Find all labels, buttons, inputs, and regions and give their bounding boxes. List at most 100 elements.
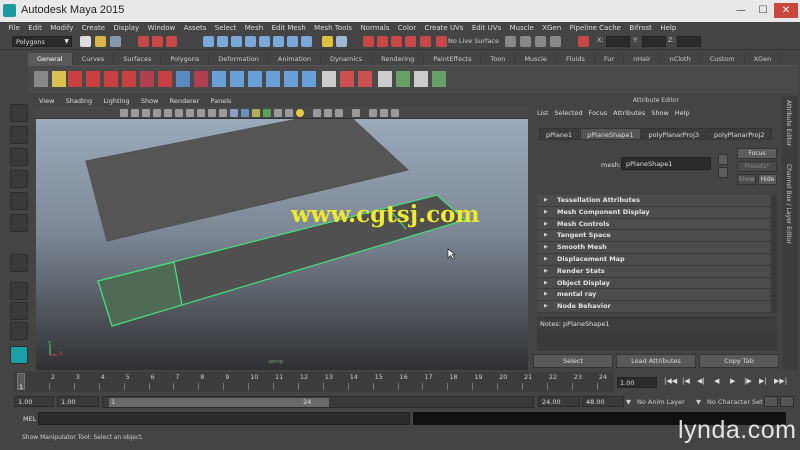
- anti-aliasing-icon[interactable]: [335, 109, 343, 117]
- menu-set-dropdown[interactable]: Polygons ▼: [12, 36, 72, 47]
- command-language-label[interactable]: MEL: [23, 415, 36, 423]
- sphere-polygon-icon[interactable]: [212, 71, 226, 87]
- ae-tab-pplaneshape1[interactable]: pPlaneShape1: [580, 128, 641, 140]
- make-live-icon[interactable]: [420, 36, 431, 47]
- viewport-menu-renderer[interactable]: Renderer: [170, 97, 200, 105]
- spot-light-icon[interactable]: [432, 71, 446, 87]
- shelf-tab-curves[interactable]: Curves: [73, 53, 115, 65]
- range-slider-bar[interactable]: 1 24: [102, 396, 534, 408]
- shelf-tab-dynamics[interactable]: Dynamics: [321, 53, 373, 65]
- presets-button[interactable]: Presets*: [737, 161, 777, 172]
- viewport-menu-view[interactable]: View: [39, 97, 54, 105]
- resolution-gate-icon[interactable]: [186, 109, 194, 117]
- select-object-icon[interactable]: [152, 36, 163, 47]
- render-current-frame-icon[interactable]: [505, 36, 516, 47]
- camera-attributes-icon[interactable]: [131, 109, 139, 117]
- isolate-select-icon[interactable]: [352, 109, 360, 117]
- pencil-tool-icon[interactable]: [140, 71, 154, 87]
- lattice-icon[interactable]: [340, 71, 354, 87]
- play-forwards-icon[interactable]: ▶: [730, 377, 735, 385]
- select-misc-icon[interactable]: [301, 36, 312, 47]
- menu-edit-mesh[interactable]: Edit Mesh: [267, 22, 310, 34]
- section-render-stats[interactable]: ▶ Render Stats: [537, 265, 770, 278]
- light-icon[interactable]: [396, 71, 410, 87]
- section-node-behavior[interactable]: ▶ Node Behavior: [537, 301, 770, 313]
- rotate-tool-icon[interactable]: [10, 192, 28, 210]
- xray-joints-icon[interactable]: [380, 109, 388, 117]
- viewport-menu-lighting[interactable]: Lighting: [103, 97, 129, 105]
- single-view-layout-icon[interactable]: [10, 282, 28, 300]
- xray-icon[interactable]: [369, 109, 377, 117]
- ae-tab-pplane1[interactable]: pPlane1: [539, 128, 580, 140]
- smooth-shade-icon[interactable]: [241, 109, 249, 117]
- end-time-field[interactable]: 48.00: [582, 396, 624, 407]
- go-to-output-icon[interactable]: [718, 167, 728, 178]
- plane-polygon-icon[interactable]: [266, 71, 280, 87]
- select-joint-icon[interactable]: [217, 36, 228, 47]
- image-plane-icon[interactable]: [153, 109, 161, 117]
- current-time-field[interactable]: 1.00: [617, 377, 657, 388]
- step-forward-icon[interactable]: ▶|: [759, 377, 767, 385]
- playback-start-field[interactable]: 1.00: [57, 396, 99, 407]
- section-displacement-map[interactable]: ▶ Displacement Map: [537, 253, 770, 266]
- safe-action-icon[interactable]: [219, 109, 227, 117]
- show-button[interactable]: Show: [737, 174, 756, 185]
- snap-view-plane-icon[interactable]: [405, 36, 416, 47]
- viewport-menu-panels[interactable]: Panels: [211, 97, 232, 105]
- animation-preferences-icon[interactable]: [780, 396, 794, 407]
- playback-end-field[interactable]: 24.00: [538, 396, 580, 407]
- maximize-button[interactable]: ☐: [752, 3, 774, 18]
- menu-bifrost[interactable]: Bifrost: [625, 22, 656, 34]
- section-mental-ray[interactable]: ▶ mental ray: [537, 289, 770, 302]
- four-view-layout-icon[interactable]: [10, 302, 28, 320]
- shelf-tab-painteffects[interactable]: PaintEffects: [424, 53, 482, 65]
- open-scene-icon[interactable]: [95, 36, 106, 47]
- scale-tool-icon[interactable]: [10, 214, 28, 232]
- notes-textarea[interactable]: [537, 329, 777, 351]
- ae-menu-help[interactable]: Help: [675, 107, 690, 119]
- film-gate-icon[interactable]: [175, 109, 183, 117]
- menu-create[interactable]: Create: [78, 22, 110, 34]
- camera-icon[interactable]: [414, 71, 428, 87]
- menu-window[interactable]: Window: [143, 22, 179, 34]
- render-view-icon[interactable]: [378, 71, 392, 87]
- two-view-layout-icon[interactable]: [10, 322, 28, 340]
- menu-create-uvs[interactable]: Create UVs: [420, 22, 467, 34]
- cluster-icon[interactable]: [358, 71, 372, 87]
- ipr-render-icon[interactable]: [520, 36, 531, 47]
- go-to-start-icon[interactable]: |◀◀: [664, 377, 677, 385]
- step-back-key-icon[interactable]: ◀|: [697, 377, 705, 385]
- side-tab-channel-box[interactable]: Channel Box / Layer Editor: [785, 164, 792, 244]
- play-backwards-icon[interactable]: ◀: [714, 377, 719, 385]
- menu-mesh-tools[interactable]: Mesh Tools: [310, 22, 356, 34]
- live-surface-icon[interactable]: [436, 36, 447, 47]
- ae-menu-list[interactable]: List: [537, 107, 548, 119]
- shelf-tab-toon[interactable]: Toon: [481, 53, 516, 65]
- shelf-tab-xgen[interactable]: XGen: [745, 53, 782, 65]
- use-all-lights-icon[interactable]: [274, 109, 282, 117]
- snap-curve-icon[interactable]: [377, 36, 388, 47]
- step-back-icon[interactable]: |◀: [682, 377, 690, 385]
- save-scene-icon[interactable]: [110, 36, 121, 47]
- menu-mesh[interactable]: Mesh: [241, 22, 268, 34]
- anim-layer-arrow-icon[interactable]: ▼: [626, 398, 631, 406]
- bezier-tool-icon[interactable]: [158, 71, 172, 87]
- x-field[interactable]: [606, 36, 630, 47]
- shelf-tab-muscle[interactable]: Muscle: [515, 53, 557, 65]
- menu-assets[interactable]: Assets: [179, 22, 210, 34]
- grid-icon[interactable]: [164, 109, 172, 117]
- time-slider-track[interactable]: 2 3 4 5 6 7 8 9 10 11 12 13 14 15 16 17 18 19 20 21 22 23 24: [14, 372, 614, 392]
- select-dynamic-icon[interactable]: [273, 36, 284, 47]
- hypergraph-icon[interactable]: [322, 71, 336, 87]
- minimize-button[interactable]: —: [730, 3, 752, 18]
- snap-point-icon[interactable]: [391, 36, 402, 47]
- go-to-end-icon[interactable]: ▶▶|: [774, 377, 787, 385]
- menu-help[interactable]: Help: [656, 22, 680, 34]
- input-field-mode-icon[interactable]: [578, 36, 589, 47]
- cylinder-polygon-icon[interactable]: [248, 71, 262, 87]
- menu-pipeline-cache[interactable]: Pipeline Cache: [565, 22, 625, 34]
- ae-menu-attributes[interactable]: Attributes: [613, 107, 645, 119]
- xray-components-icon[interactable]: [391, 109, 399, 117]
- menu-file[interactable]: File: [4, 22, 24, 34]
- help-icon[interactable]: [68, 71, 82, 87]
